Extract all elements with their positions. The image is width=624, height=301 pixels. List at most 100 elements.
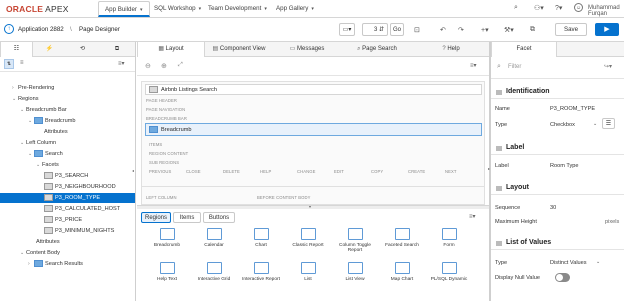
tab-messages[interactable]: ▭ Messages xyxy=(273,42,341,57)
breadcrumb-application[interactable]: Application 2882 xyxy=(18,26,64,33)
tab-processing[interactable]: ⟲ xyxy=(66,42,99,57)
tree-node-label: Facets xyxy=(42,162,59,168)
fullscreen-icon[interactable]: ⤢ xyxy=(178,62,183,69)
tree-node[interactable]: ⌄ Left Column xyxy=(0,138,135,148)
gallery-item-label: Help Text xyxy=(157,277,177,282)
admin-icon[interactable]: ⚇▾ xyxy=(534,4,544,12)
gallery-item[interactable]: List View xyxy=(335,262,375,282)
collapse-right-icon[interactable]: ▸ xyxy=(488,166,490,171)
right-divider[interactable] xyxy=(489,42,491,301)
user-menu[interactable]: Muhammad Furqan xyxy=(588,5,624,17)
tree-menu-icon[interactable]: ≡▾ xyxy=(118,60,125,67)
section-layout[interactable]: Layout xyxy=(491,182,624,195)
gallery-tab-regions[interactable]: Regions xyxy=(141,212,171,223)
chevron-down-icon: ▾ xyxy=(198,6,202,12)
gallery-item[interactable]: Faceted Search xyxy=(382,228,422,248)
tree-node[interactable]: P3_ROOM_TYPE xyxy=(0,193,135,203)
redo-icon[interactable]: ↷ xyxy=(458,26,464,34)
tree-node[interactable]: ⌄ Facets xyxy=(0,160,135,170)
tab-sql-workshop[interactable]: SQL Workshop ▾ xyxy=(148,1,207,17)
save-button[interactable]: Save xyxy=(555,23,587,36)
tree-node[interactable]: ⌄ Breadcrumb Bar xyxy=(0,105,135,115)
tab-component-view[interactable]: ▤ Component View xyxy=(205,42,273,57)
tree-node[interactable]: P3_SEARCH xyxy=(0,171,135,181)
gallery-item[interactable]: Classic Report xyxy=(288,228,328,248)
search-icon[interactable]: ⌕ xyxy=(514,4,518,12)
gallery-item[interactable]: Chart xyxy=(241,228,281,248)
property-menu-icon[interactable]: ↪▾ xyxy=(604,63,612,70)
gallery-item[interactable]: Interactive Grid xyxy=(194,262,234,282)
tree-node[interactable]: ⌄ Breadcrumb xyxy=(0,116,135,126)
lock-icon[interactable]: ⊡ xyxy=(414,26,420,34)
tree-node[interactable]: Page 3: Airbnb Listings Search xyxy=(0,80,135,82)
gallery-tab-items[interactable]: Items xyxy=(173,212,201,223)
gallery-item[interactable]: Map Chart xyxy=(382,262,422,282)
layout-menu-icon[interactable]: ≡▾ xyxy=(470,62,477,69)
oracle-apex-logo[interactable]: ORACLE APEX xyxy=(6,4,69,14)
type-select[interactable]: Checkbox xyxy=(550,122,575,128)
gallery-item[interactable]: Form xyxy=(429,228,469,248)
gallery-item[interactable]: Column Toggle Report xyxy=(335,228,375,253)
tree-node[interactable]: ⌄ Regions xyxy=(0,94,135,104)
tab-help[interactable]: ? Help xyxy=(413,42,489,57)
tree-node[interactable]: › Search Results xyxy=(0,259,135,269)
save-and-run-button[interactable]: ▶ xyxy=(595,23,619,36)
lov-type-select[interactable]: Distinct Values xyxy=(550,260,587,266)
chevron-down-icon: ▾ xyxy=(140,7,143,13)
gallery-item[interactable]: Calendar xyxy=(194,228,234,248)
tree-node[interactable]: ⌄ Search xyxy=(0,149,135,159)
up-arrow-icon[interactable]: ↑ xyxy=(4,24,14,34)
tree-node[interactable]: P3_CALCULATED_HOST xyxy=(0,204,135,214)
section-identification[interactable]: Identification xyxy=(491,86,624,99)
gallery-item-label: Breadcrumb xyxy=(153,243,181,248)
utilities-icon[interactable]: ⚒▾ xyxy=(504,26,514,34)
tab-facet[interactable]: Facet xyxy=(491,42,557,57)
left-divider[interactable] xyxy=(135,42,136,301)
tab-page-search[interactable]: ⌕ Page Search xyxy=(343,42,411,57)
gallery-item[interactable]: Interactive Report xyxy=(241,262,281,282)
filter-input[interactable]: Filter xyxy=(508,64,521,70)
gallery-item[interactable]: List xyxy=(288,262,328,282)
breadcrumb-region[interactable]: Breadcrumb xyxy=(145,123,482,136)
tab-app-gallery[interactable]: App Gallery ▾ xyxy=(270,1,320,17)
tree-node[interactable]: P3_MINIMUM_NIGHTS xyxy=(0,226,135,236)
gallery-tab-buttons[interactable]: Buttons xyxy=(203,212,235,223)
list-icon[interactable]: ☰ xyxy=(602,118,615,129)
zoom-out-icon[interactable]: ⊖ xyxy=(145,62,151,70)
tab-app-builder[interactable]: App Builder ▾ xyxy=(98,1,150,17)
help-icon[interactable]: ?▾ xyxy=(555,4,562,12)
tree-node[interactable]: ⌄ Content Body xyxy=(0,248,135,258)
tree-node[interactable]: P3_PRICE xyxy=(0,215,135,225)
user-avatar-icon[interactable]: ☺ xyxy=(574,3,583,12)
zoom-in-icon[interactable]: ⊕ xyxy=(161,62,167,70)
tab-dynamic-actions[interactable]: ⚡ xyxy=(33,42,66,57)
gallery-item[interactable]: Help Text xyxy=(147,262,187,282)
sequence-field[interactable]: 30 xyxy=(550,205,556,211)
tree-node[interactable]: Attributes xyxy=(0,127,135,137)
undo-icon[interactable]: ↶ xyxy=(440,26,446,34)
display-null-toggle[interactable] xyxy=(555,273,570,282)
name-field[interactable]: P3_ROOM_TYPE xyxy=(550,106,595,112)
gallery-item[interactable]: Breadcrumb xyxy=(147,228,187,248)
expand-tree-icon[interactable]: ⇅ xyxy=(4,59,14,69)
gallery-menu-icon[interactable]: ≡▾ xyxy=(469,213,476,220)
tab-layout[interactable]: ▦ Layout xyxy=(137,42,205,57)
section-label[interactable]: Label xyxy=(491,142,624,155)
tab-shared-components[interactable]: ⧉ xyxy=(99,42,135,57)
go-button[interactable]: Go xyxy=(390,23,404,36)
gallery-item[interactable]: PL/SQL Dynamic xyxy=(429,262,469,282)
collapse-tree-icon[interactable]: ≡ xyxy=(20,60,24,66)
tree-node[interactable]: › Pre-Rendering xyxy=(0,83,135,93)
page-number-input[interactable]: 3 ⇵ xyxy=(362,23,388,36)
shared-components-icon[interactable]: ⧉ xyxy=(530,26,535,34)
label-field[interactable]: Room Type xyxy=(550,163,579,169)
tab-team-development[interactable]: Team Development ▾ xyxy=(202,1,273,17)
page-title-region[interactable]: Airbnb Listings Search xyxy=(145,84,482,95)
tab-rendering[interactable]: ☷ xyxy=(0,42,33,57)
create-menu-icon[interactable]: +▾ xyxy=(481,26,489,34)
section-list-of-values[interactable]: List of Values xyxy=(491,237,624,250)
tree-node[interactable]: Attributes xyxy=(0,237,135,247)
create-page-icon[interactable]: ▭▾ xyxy=(339,23,355,36)
collapse-left-icon[interactable]: ◂ xyxy=(132,168,134,173)
tree-node[interactable]: P3_NEIGHBOURHOOD xyxy=(0,182,135,192)
